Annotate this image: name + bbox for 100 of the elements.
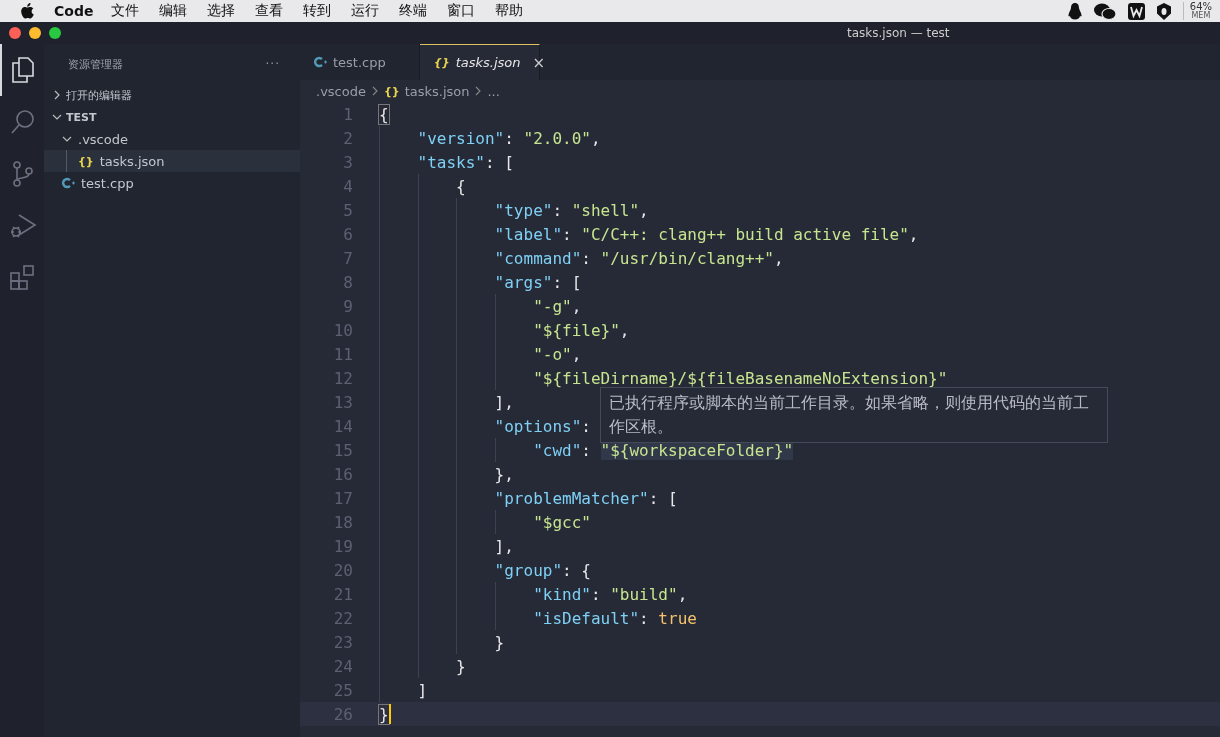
chevron-icon [474, 86, 483, 96]
code-token: "version" [416, 128, 505, 148]
code-token: ] [416, 680, 428, 700]
code-token: ], [493, 392, 514, 412]
code-token: "cwd" [532, 440, 582, 460]
tree-item[interactable]: .vscode [44, 128, 300, 150]
panel-title: 资源管理器 [68, 56, 123, 72]
memory-meter[interactable]: 64% MEM [1182, 2, 1212, 20]
code-token: "command" [493, 248, 582, 268]
menu-item[interactable]: 文件 [111, 2, 140, 20]
code-token: : [552, 200, 564, 220]
code-token: : [590, 584, 602, 604]
breadcrumb-item[interactable]: tasks.json [404, 83, 470, 99]
code-token: } [455, 656, 466, 676]
menu-item[interactable]: 终端 [399, 2, 428, 20]
code-token: "${fileDirname}/${fileBasenameNoExtension}" [532, 368, 948, 388]
tree-item[interactable]: {} tasks.json [44, 150, 300, 172]
apple-logo-icon[interactable] [20, 3, 34, 19]
code-token: , [619, 320, 630, 340]
code-token: : [581, 248, 592, 268]
run-debug-icon [9, 212, 37, 240]
line-number: 17 [332, 488, 353, 508]
line-number: 13 [332, 392, 353, 412]
braces-icon: {} [383, 84, 400, 98]
line-number: 22 [332, 608, 353, 628]
zoom-button[interactable] [49, 27, 61, 39]
line-number: 10 [332, 320, 353, 340]
line-number: 7 [342, 248, 353, 268]
code-token: "label" [493, 224, 563, 244]
code-token: , [677, 584, 688, 604]
code-token: "problemMatcher" [493, 488, 649, 508]
code-token: , [571, 296, 582, 316]
hover-tooltip: 已执行程序或脚本的当前工作目录。如果省略，则使用代码的当前工作区根。 [600, 387, 1108, 443]
line-number: 19 [332, 536, 353, 556]
line-number: 5 [342, 200, 353, 220]
search-icon [10, 109, 36, 135]
line-number: 23 [332, 632, 353, 652]
code-token: "-o" [532, 344, 572, 364]
code-token: : [639, 608, 650, 628]
breadcrumb-item[interactable]: .vscode [316, 83, 366, 99]
menu-item[interactable]: 查看 [255, 2, 284, 20]
line-number: 4 [342, 176, 353, 196]
c-file-icon [314, 56, 327, 68]
menu-item[interactable]: 编辑 [159, 2, 188, 20]
shield-icon[interactable] [1156, 2, 1171, 20]
code-token: "$gcc" [532, 512, 591, 532]
code-token: "args" [493, 272, 553, 292]
code-token: : [562, 224, 573, 244]
code-token: }, [493, 464, 514, 484]
chat-bubbles-icon[interactable] [1093, 2, 1116, 20]
code-token: : [581, 416, 591, 436]
line-number: 12 [332, 368, 353, 388]
window-title: tasks.json — test [847, 26, 950, 40]
code-token: : [ [552, 272, 582, 292]
close-window-button[interactable] [9, 27, 21, 39]
braces-icon: {} [78, 154, 94, 168]
w-logo-icon[interactable] [1127, 2, 1145, 20]
code-token: { [379, 104, 389, 124]
line-number: 11 [332, 344, 353, 364]
section-header[interactable]: 打开的编辑器 [44, 84, 300, 106]
code-token: "-g" [532, 296, 572, 316]
code-token: "group" [493, 560, 563, 580]
c-file-icon [62, 177, 75, 189]
line-number: 21 [332, 584, 353, 604]
line-number: 15 [332, 440, 353, 460]
breadcrumb-item[interactable]: ... [487, 83, 500, 99]
chevron-icon [52, 90, 62, 100]
chevron-icon [62, 134, 72, 144]
menu-item[interactable]: 运行 [351, 2, 380, 20]
minimize-button[interactable] [29, 27, 41, 39]
code-token: "shell" [571, 200, 640, 220]
line-number: 14 [332, 416, 353, 436]
code-token: true [658, 608, 697, 628]
code-token: "${file}" [532, 320, 620, 340]
code-token: , [773, 248, 784, 268]
tree-item[interactable]: test.cpp [44, 172, 300, 194]
line-number: 25 [332, 680, 353, 700]
braces-icon: {} [434, 56, 450, 69]
chevron-icon [370, 86, 379, 96]
menu-item[interactable]: 窗口 [447, 2, 476, 20]
menu-item[interactable]: 选择 [207, 2, 236, 20]
code-token: , [571, 344, 582, 364]
line-number: 16 [332, 464, 353, 484]
code-token: "/usr/bin/clang++" [600, 248, 774, 268]
code-token: "type" [493, 200, 553, 220]
line-number: 2 [342, 128, 353, 148]
penguin-icon[interactable] [1067, 2, 1082, 20]
more-actions-button[interactable]: ··· [265, 57, 280, 71]
line-number: 6 [342, 224, 353, 244]
code-token: , [590, 128, 601, 148]
menu-item[interactable]: Code [54, 3, 94, 19]
code-token: } [379, 704, 389, 724]
line-number: 1 [342, 104, 353, 124]
code-token: "C/C++: clang++ build active file" [581, 224, 909, 244]
section-header[interactable]: TEST [44, 106, 300, 128]
menu-item[interactable]: 转到 [303, 2, 332, 20]
code-token: : [ [648, 488, 678, 508]
line-number: 3 [342, 152, 353, 172]
menu-item[interactable]: 帮助 [495, 2, 524, 20]
chevron-icon [52, 112, 62, 122]
